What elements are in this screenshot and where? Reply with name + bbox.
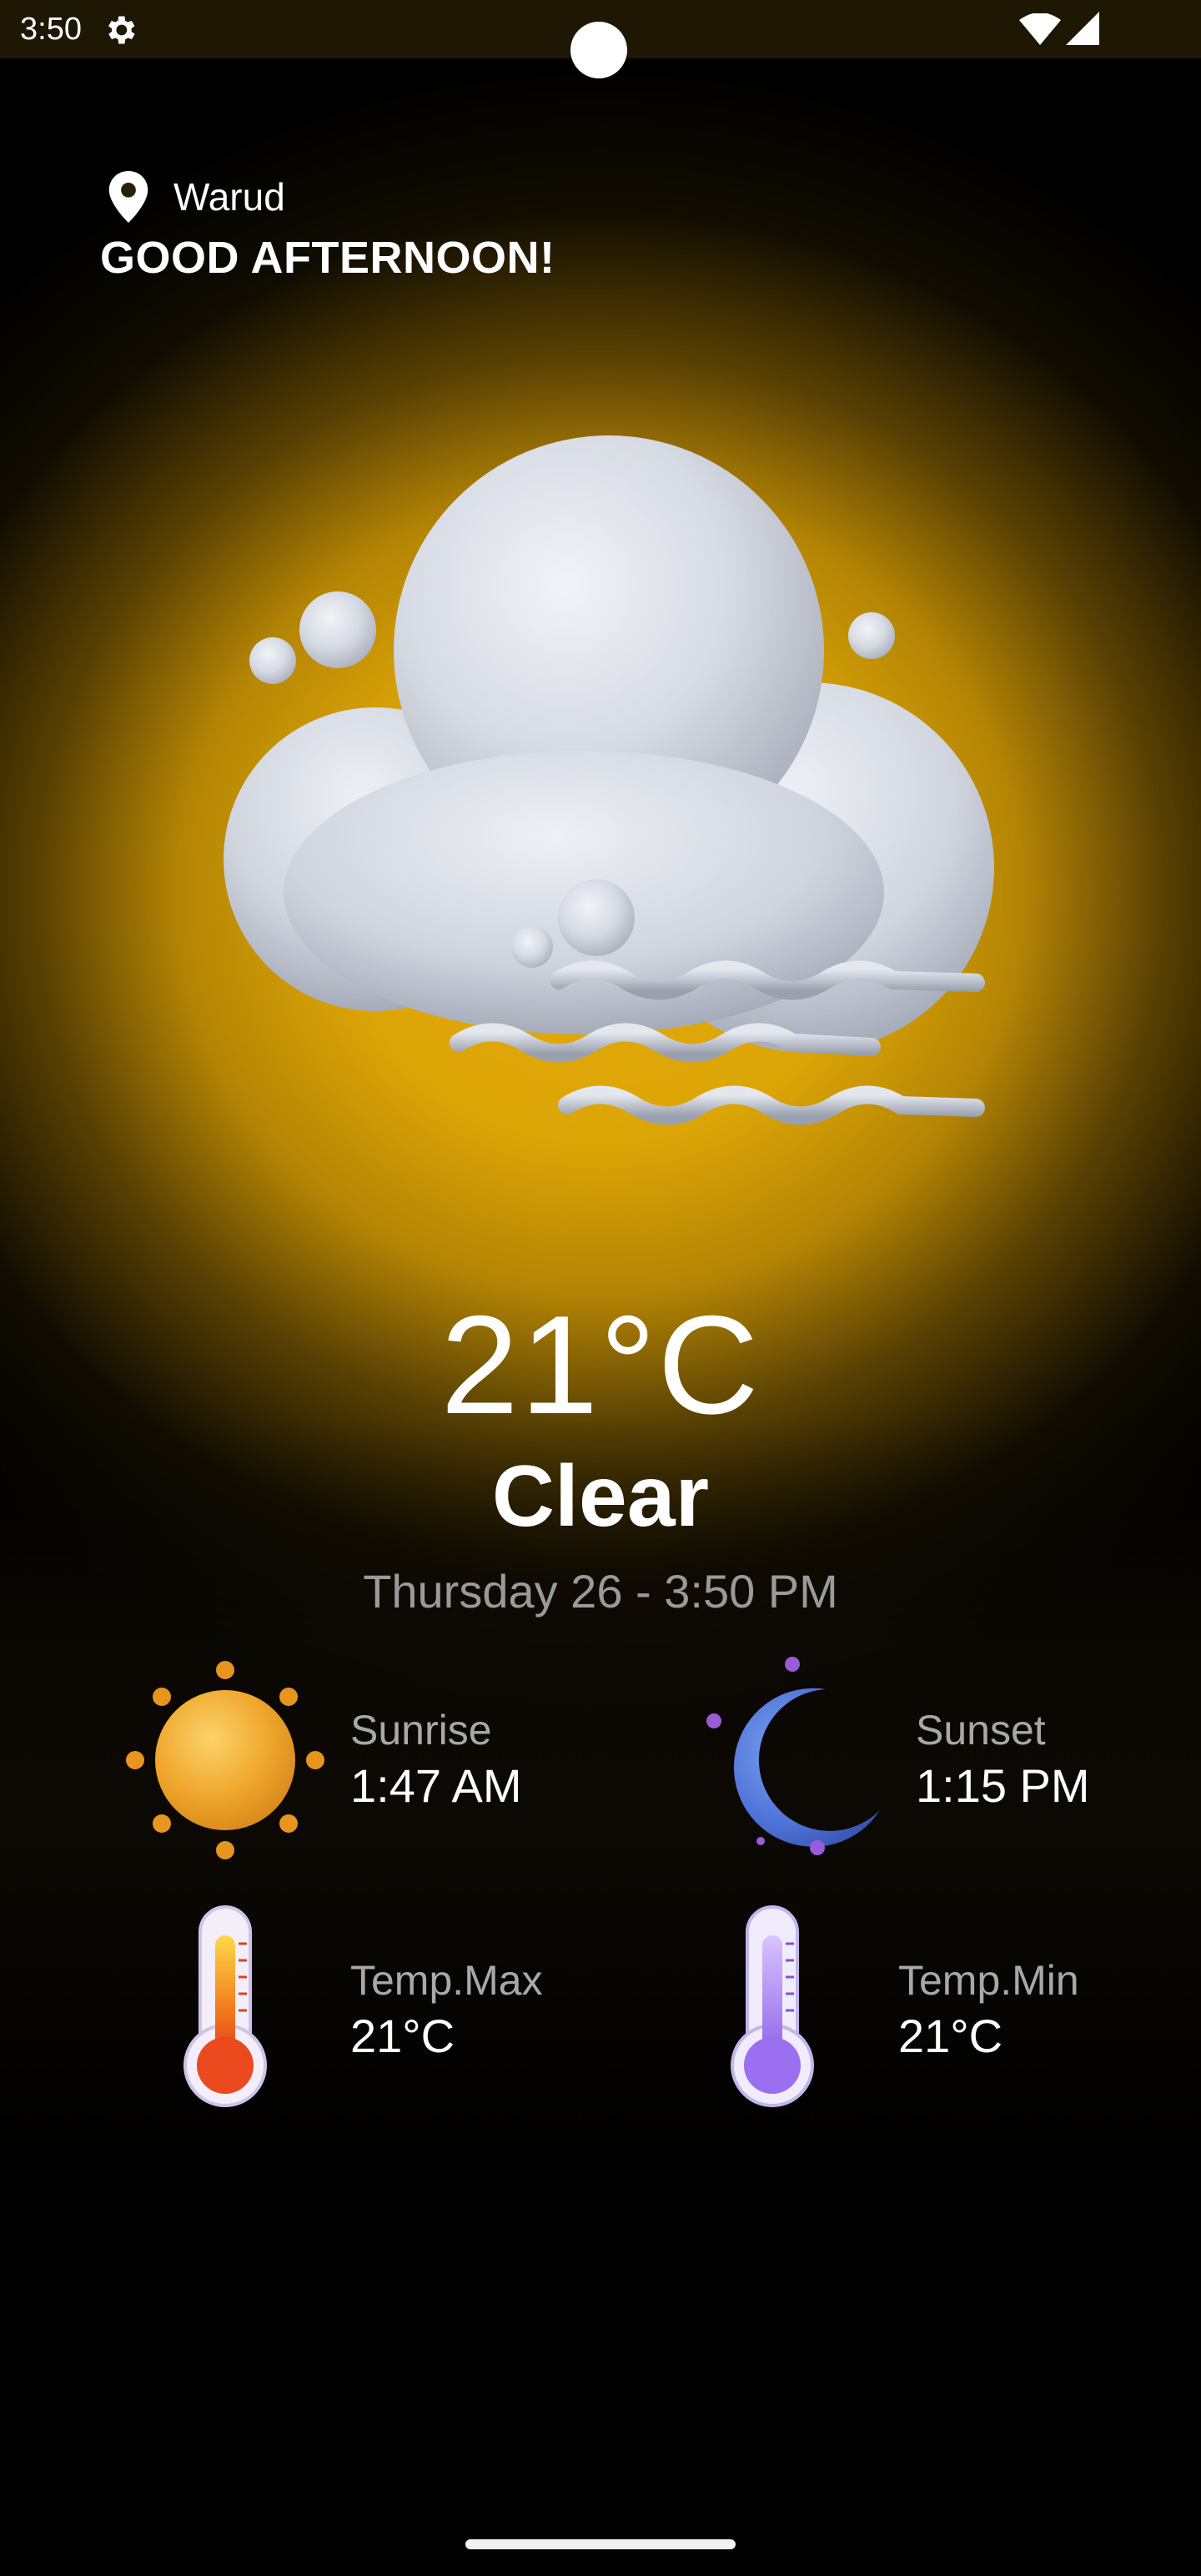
greeting-text: GOOD AFTERNOON! [100,233,555,283]
weather-condition: Clear [491,1448,710,1545]
sunset-value: 1:15 PM [916,1759,1090,1812]
weather-screen: 3:50 Warud GOOD AFTERNOON! 21°C Clear Th… [0,0,1201,2576]
settings-gear-icon [108,16,135,44]
status-bar: 3:50 [0,0,1201,78]
temp-min-value: 21°C [898,2010,1003,2062]
moon-icon [706,1657,880,1855]
date-time: Thursday 26 - 3:50 PM [363,1565,838,1618]
thermometer-cold-icon [731,1905,814,2107]
cloud-fog-icon [224,435,994,1125]
location-row[interactable]: Warud [105,171,285,223]
current-temperature: 21°C [440,1286,761,1443]
wifi-icon [1019,13,1061,45]
temp-max-label: Temp.Max [350,1957,543,2004]
temp-min-label: Temp.Min [898,1957,1079,2004]
sun-icon [126,1661,324,1859]
cell-signal-icon [1066,12,1099,45]
gesture-nav-handle[interactable] [465,2539,736,2549]
sunset-label: Sunset [916,1707,1046,1753]
status-time: 3:50 [20,12,82,47]
thermometer-hot-icon [183,1905,267,2107]
location-name: Warud [173,175,285,219]
camera-cutout [570,22,627,78]
sunrise-label: Sunrise [350,1707,492,1753]
sunrise-value: 1:47 AM [350,1759,522,1812]
location-pin-icon [108,171,148,223]
temp-max-value: 21°C [350,2010,455,2062]
